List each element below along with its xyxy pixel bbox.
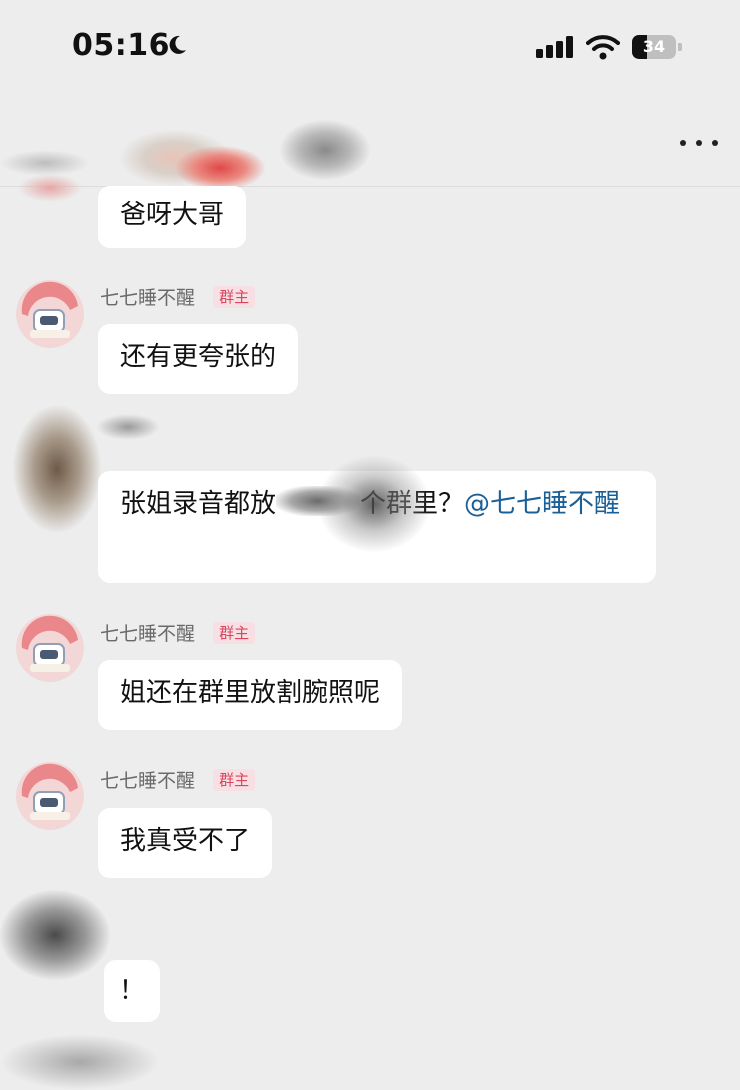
blurred-sender-name [96, 414, 160, 440]
mention-link[interactable]: @七七睡不醒 [464, 489, 620, 519]
message-text: ！ [118, 976, 145, 1006]
message-text: 爸呀大哥 [120, 200, 225, 230]
chat-header [0, 100, 740, 190]
sender-name[interactable]: 七七睡不醒 [100, 285, 195, 311]
battery-cap [678, 43, 682, 51]
group-owner-badge: 群主 [213, 622, 256, 644]
avatar-image [16, 762, 84, 830]
cellular-signal-icon [536, 36, 573, 58]
message-text: 姐还在群里放割腕照呢 [120, 678, 381, 708]
sender-name[interactable]: 七七睡不醒 [100, 768, 195, 794]
message-bubble[interactable]: 爸呀大哥 [98, 186, 247, 248]
battery-level: 34 [642, 37, 666, 56]
more-dots-icon [696, 140, 702, 146]
blurred-avatar [0, 890, 110, 980]
blurred-avatar [0, 1034, 160, 1090]
blurred-avatar [12, 404, 102, 534]
message-text: 我真受不了 [120, 826, 251, 856]
status-time: 05:16 [72, 28, 170, 63]
message-sender: 七七睡不醒 群主 [100, 285, 256, 311]
message-bubble[interactable]: 姐还在群里放割腕照呢 [98, 660, 403, 730]
avatar[interactable] [16, 762, 84, 830]
message-sender: 七七睡不醒 群主 [100, 768, 256, 794]
message-text-before: 张姐录音都放 [120, 489, 277, 519]
message-bubble[interactable]: ！ [104, 960, 160, 1022]
avatar-image [16, 280, 84, 348]
status-bar: 05:16 34 [0, 0, 740, 100]
avatar[interactable] [16, 280, 84, 348]
wifi-icon [586, 35, 620, 60]
message-bubble[interactable]: 还有更夸张的 [98, 324, 299, 394]
sender-name[interactable]: 七七睡不醒 [100, 621, 195, 647]
message-text: 还有更夸张的 [120, 342, 277, 372]
message-bubble[interactable]: 我真受不了 [98, 808, 273, 878]
redaction-blur [318, 456, 430, 552]
avatar[interactable] [16, 614, 84, 682]
more-dots-icon [680, 140, 686, 146]
more-button[interactable] [676, 128, 726, 158]
more-dots-icon [712, 140, 718, 146]
message-sender: 七七睡不醒 群主 [100, 621, 256, 647]
blurred-avatar [18, 174, 82, 202]
avatar-image [16, 614, 84, 682]
group-owner-badge: 群主 [213, 286, 256, 308]
group-owner-badge: 群主 [213, 769, 256, 791]
moon-icon [169, 35, 186, 54]
battery-body: 34 [632, 35, 676, 59]
battery-icon: 34 [632, 35, 682, 59]
